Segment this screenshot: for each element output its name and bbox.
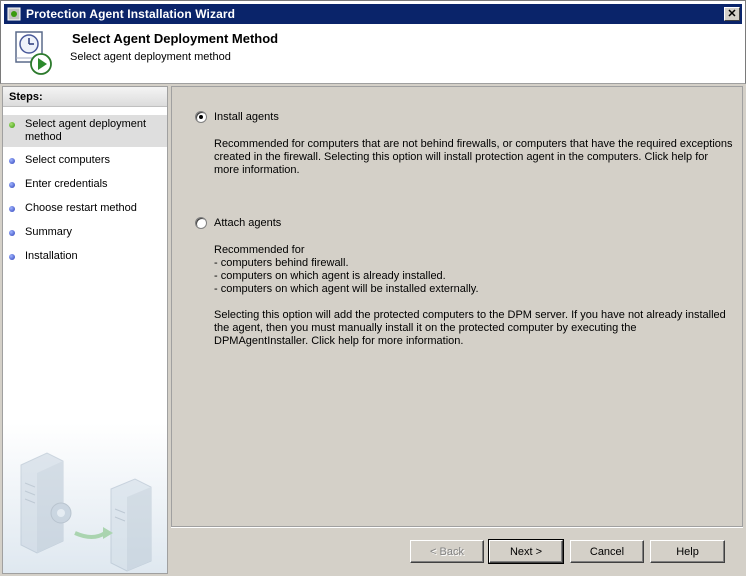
step-label: Enter credentials <box>25 178 108 190</box>
cancel-button[interactable]: Cancel <box>570 540 644 563</box>
close-button[interactable]: ✕ <box>724 7 740 21</box>
radio-selected-dot <box>199 115 203 119</box>
title-bar-inner: Protection Agent Installation Wizard ✕ <box>4 4 742 24</box>
steps-label: Steps: <box>3 87 167 107</box>
attach-agents-description: Recommended for - computers behind firew… <box>214 244 479 295</box>
step-pending-icon <box>9 254 15 260</box>
step-label: Summary <box>25 226 73 238</box>
back-button[interactable]: < Back <box>410 540 484 563</box>
page-title: Select Agent Deployment Method <box>72 31 279 46</box>
step-pending-icon <box>9 230 15 236</box>
next-button[interactable]: Next > <box>488 539 564 564</box>
title-bar: Protection Agent Installation Wizard ✕ <box>0 0 746 26</box>
help-button[interactable]: Help <box>650 540 725 563</box>
step-label: Installation <box>25 250 78 262</box>
step-summary: Summary <box>3 223 167 242</box>
page-subtitle: Select agent deployment method <box>70 51 231 63</box>
install-agents-label[interactable]: Install agents <box>214 111 279 123</box>
servers-illustration <box>3 423 167 573</box>
step-choose-restart-method: Choose restart method <box>3 199 167 218</box>
steps-panel: Steps: Select agent deployment method Se… <box>2 86 168 574</box>
step-pending-icon <box>9 182 15 188</box>
install-agents-option[interactable]: Install agents <box>195 111 279 123</box>
attach-agents-details: Selecting this option will add the prote… <box>214 309 726 347</box>
install-agents-description: Recommended for computers that are not b… <box>214 138 733 176</box>
step-select-deployment-method: Select agent deployment method <box>3 115 167 147</box>
app-icon <box>6 6 22 22</box>
step-label: Choose restart method <box>25 202 137 214</box>
step-label: Select agent deployment method <box>25 118 147 143</box>
wizard-header: Select Agent Deployment Method Select ag… <box>0 26 746 84</box>
button-separator <box>171 526 743 528</box>
install-agents-radio[interactable] <box>195 111 207 123</box>
step-pending-icon <box>9 158 15 164</box>
attach-agents-label[interactable]: Attach agents <box>214 217 281 229</box>
attach-agents-option[interactable]: Attach agents <box>195 217 281 229</box>
step-label: Select computers <box>25 154 110 166</box>
step-select-computers: Select computers <box>3 151 167 170</box>
step-current-icon <box>9 122 15 128</box>
step-installation: Installation <box>3 247 167 266</box>
step-enter-credentials: Enter credentials <box>3 175 167 194</box>
step-pending-icon <box>9 206 15 212</box>
attach-agents-radio[interactable] <box>195 217 207 229</box>
window-title: Protection Agent Installation Wizard <box>26 7 236 21</box>
clock-play-icon <box>15 31 52 75</box>
main-content: Install agents Recommended for computers… <box>171 86 743 526</box>
